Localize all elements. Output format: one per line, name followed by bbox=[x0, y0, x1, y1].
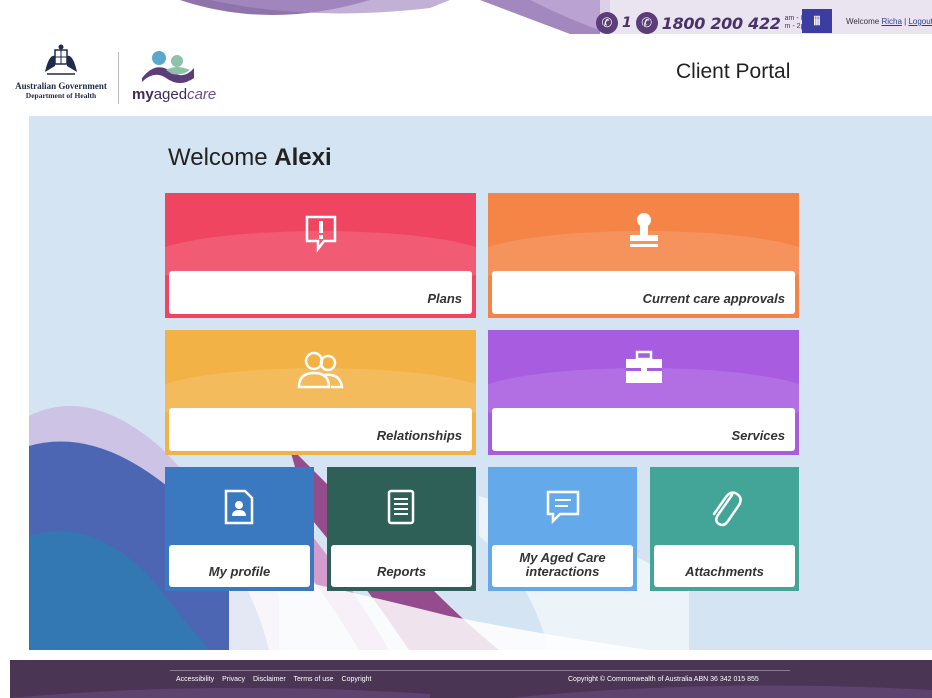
page-title: Client Portal bbox=[676, 60, 791, 83]
footer-link-copyright[interactable]: Copyright bbox=[342, 676, 372, 683]
tile-label: My profile bbox=[169, 545, 310, 587]
footer-links: Accessibility Privacy Disclaimer Terms o… bbox=[176, 676, 377, 683]
report-icon bbox=[380, 485, 422, 529]
footer-divider bbox=[170, 670, 790, 671]
phone-icon: ✆ bbox=[635, 12, 658, 34]
logout-link[interactable]: Logout bbox=[908, 17, 932, 26]
phone-icon: ✆ bbox=[596, 12, 618, 34]
user-link[interactable]: Richa bbox=[881, 17, 901, 26]
welcome-heading: Welcome Alexi bbox=[168, 144, 332, 171]
tile-my-aged-care-interactions[interactable]: My Aged Care interactions bbox=[488, 467, 637, 591]
tile-my-profile[interactable]: My profile bbox=[165, 467, 314, 591]
briefcase-icon bbox=[622, 348, 666, 388]
phone-contact: ✆ 1 ✆ 1800 200 422 am - 8pm m - 2pm bbox=[596, 10, 821, 36]
tile-reports[interactable]: Reports bbox=[327, 467, 476, 591]
stamp-icon bbox=[622, 209, 666, 253]
alert-speech-icon bbox=[301, 211, 341, 255]
accessibility-tty-icon[interactable]: ⅲ bbox=[802, 9, 832, 33]
phone-prefix: 1 bbox=[622, 15, 632, 31]
people-icon bbox=[295, 348, 347, 392]
paperclip-icon bbox=[703, 485, 747, 529]
tile-label: Reports bbox=[331, 545, 472, 587]
tile-label: Plans bbox=[169, 271, 472, 314]
myagedcare-people-icon bbox=[142, 51, 194, 83]
user-welcome: Welcome Richa | Logout bbox=[846, 17, 932, 26]
profile-document-icon bbox=[218, 485, 260, 529]
footer-link-privacy[interactable]: Privacy bbox=[222, 676, 245, 683]
coat-of-arms-icon bbox=[45, 44, 77, 75]
logo-divider bbox=[118, 52, 119, 104]
gov-line1: Australian Government bbox=[15, 81, 107, 91]
government-logo[interactable]: Australian Government Department of Heal… bbox=[10, 44, 112, 118]
tile-label: My Aged Care interactions bbox=[492, 545, 633, 587]
footer-decorative-waves bbox=[10, 685, 932, 698]
footer-link-disclaimer[interactable]: Disclaimer bbox=[253, 676, 286, 683]
tile-label: Relationships bbox=[169, 408, 472, 451]
tile-label: Services bbox=[492, 408, 795, 451]
footer-copyright: Copyright © Commonwealth of Australia AB… bbox=[568, 676, 759, 683]
tile-attachments[interactable]: Attachments bbox=[650, 467, 799, 591]
tile-plans[interactable]: Plans bbox=[165, 193, 476, 318]
chat-icon bbox=[541, 485, 585, 529]
tile-label: Attachments bbox=[654, 545, 795, 587]
myagedcare-logo[interactable]: myagedcare bbox=[132, 86, 216, 103]
tile-current-care-approvals[interactable]: Current care approvals bbox=[488, 193, 799, 318]
footer-link-accessibility[interactable]: Accessibility bbox=[176, 676, 214, 683]
gov-line2: Department of Health bbox=[25, 91, 97, 100]
footer-link-terms[interactable]: Terms of use bbox=[293, 676, 333, 683]
phone-number[interactable]: 1800 200 422 bbox=[662, 14, 781, 33]
tile-relationships[interactable]: Relationships bbox=[165, 330, 476, 455]
tile-services[interactable]: Services bbox=[488, 330, 799, 455]
tile-label: Current care approvals bbox=[492, 271, 795, 314]
